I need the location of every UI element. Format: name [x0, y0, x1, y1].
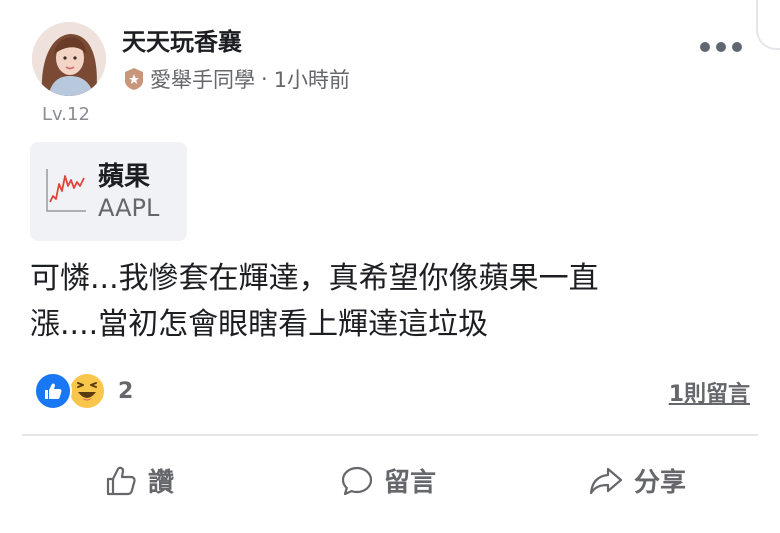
avatar-photo — [32, 22, 106, 96]
like-label: 讚 — [148, 468, 175, 498]
reactions-summary[interactable]: 2 — [34, 372, 133, 410]
group-name[interactable]: 愛舉手同學 — [150, 64, 255, 94]
share-arrow-icon — [589, 467, 623, 494]
thumbs-up-icon — [106, 466, 136, 495]
stock-ticker: AAPL — [98, 194, 160, 222]
dot-icon — [700, 42, 710, 52]
window-edge — [756, 0, 780, 50]
user-level: Lv.12 — [42, 104, 90, 125]
post-content: 可憐...我慘套在輝達，真希望你像蘋果一直 漲....當初怎會眼瞎看上輝達這垃圾 — [30, 256, 720, 348]
author-name[interactable]: 天天玩香襄 — [122, 22, 242, 57]
share-button[interactable]: 分享 — [588, 462, 686, 499]
post-text-line: 可憐...我慘套在輝達，真希望你像蘋果一直 — [30, 261, 599, 296]
avatar[interactable] — [32, 22, 106, 96]
share-label: 分享 — [634, 468, 687, 498]
comments-count-link[interactable]: 1則留言 — [669, 376, 750, 408]
action-bar: 讚 留言 分享 — [0, 462, 780, 514]
more-options-button[interactable] — [700, 42, 742, 52]
reaction-count: 2 — [118, 378, 134, 404]
comment-bubble-icon — [341, 466, 373, 495]
meta-separator: · — [261, 67, 268, 91]
divider — [22, 434, 758, 436]
stock-name: 蘋果 — [98, 162, 151, 192]
post-time: 1小時前 — [273, 68, 351, 92]
like-button[interactable]: 讚 — [104, 462, 174, 499]
haha-icon — [68, 372, 106, 410]
stock-card[interactable]: 蘋果 AAPL — [30, 142, 187, 241]
post-meta: 愛舉手同學 · 1小時前 — [124, 64, 350, 94]
dot-icon — [732, 42, 742, 52]
post-text-line: 漲....當初怎會眼瞎看上輝達這垃圾 — [30, 307, 489, 342]
stock-chart-icon — [46, 169, 86, 212]
badge-icon — [124, 67, 144, 91]
like-icon — [34, 372, 72, 410]
dot-icon — [716, 42, 726, 52]
comment-button[interactable]: 留言 — [340, 462, 436, 499]
comment-label: 留言 — [384, 468, 437, 498]
